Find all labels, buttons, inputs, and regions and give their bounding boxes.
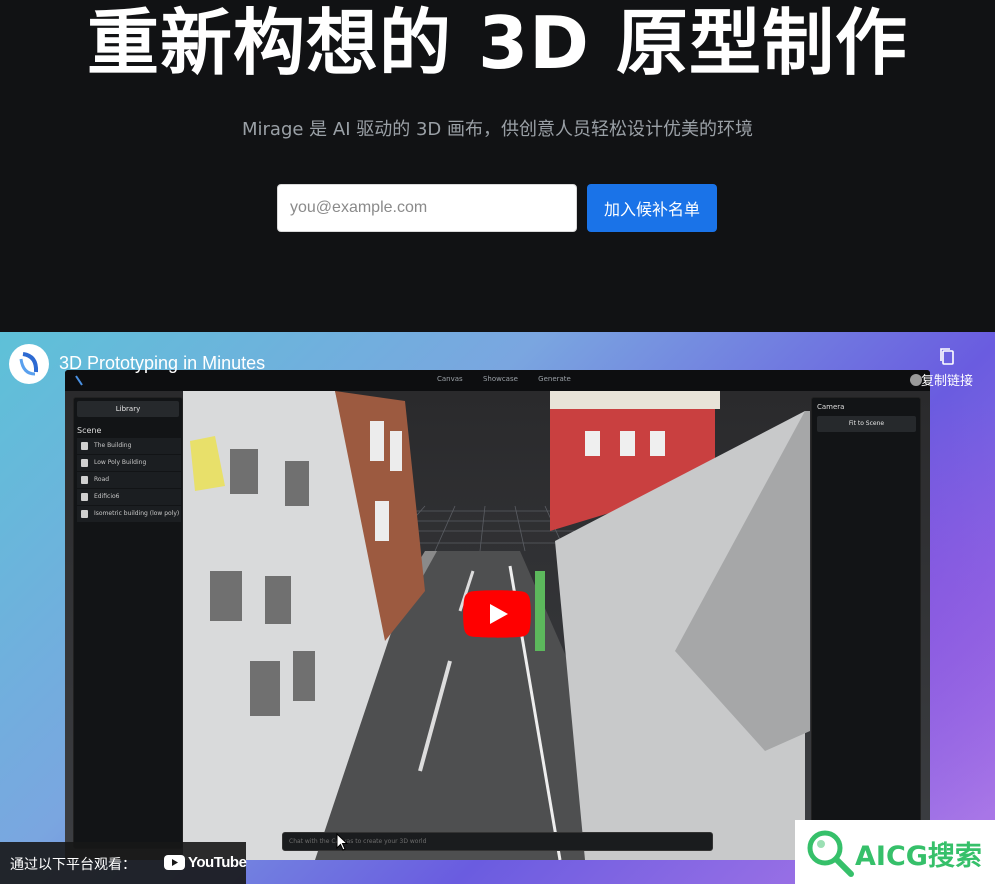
building-icon bbox=[81, 493, 88, 501]
join-waitlist-button[interactable]: 加入候补名单 bbox=[587, 184, 717, 232]
watermark-text: AICG搜索 bbox=[855, 841, 982, 872]
nav-canvas: Canvas bbox=[437, 375, 463, 383]
scene-item-label: Isometric building (low poly) bbox=[94, 510, 180, 517]
channel-avatar[interactable] bbox=[9, 344, 49, 384]
library-panel: Library Scene The Building Low Poly Buil… bbox=[73, 397, 183, 849]
scene-item: Edificio6 bbox=[77, 489, 181, 505]
app-nav: Canvas Showcase Generate bbox=[437, 375, 589, 383]
video-title[interactable]: 3D Prototyping in Minutes bbox=[59, 353, 265, 374]
watermark: AICG搜索 bbox=[795, 820, 995, 884]
fit-to-scene-button: Fit to Scene bbox=[817, 416, 916, 432]
play-button[interactable] bbox=[463, 590, 531, 638]
scene-heading: Scene bbox=[77, 426, 102, 435]
mirage-logo-icon bbox=[75, 375, 83, 386]
scene-item-label: Road bbox=[94, 476, 110, 483]
scene-list: The Building Low Poly Building Road Edif… bbox=[77, 438, 181, 523]
mirage-logo-icon bbox=[10, 345, 48, 383]
video-embed[interactable]: Canvas Showcase Generate Library Scene T… bbox=[0, 332, 995, 884]
scene-item-label: Edificio6 bbox=[94, 493, 120, 500]
email-field[interactable] bbox=[277, 184, 577, 232]
scene-item-label: The Building bbox=[94, 442, 132, 449]
nav-generate: Generate bbox=[538, 375, 571, 383]
building-icon bbox=[81, 510, 88, 518]
scene-item: Road bbox=[77, 472, 181, 488]
waitlist-form: 加入候补名单 bbox=[277, 184, 717, 232]
watch-on-label: 通过以下平台观看： bbox=[10, 857, 136, 873]
road-icon bbox=[81, 476, 88, 484]
scene-item: The Building bbox=[77, 438, 181, 454]
youtube-wordmark: YouTube bbox=[188, 854, 247, 871]
building-icon bbox=[81, 442, 88, 450]
watch-on-youtube[interactable]: 通过以下平台观看： YouTube bbox=[0, 842, 247, 884]
camera-panel: Camera Fit to Scene bbox=[811, 397, 921, 849]
mouse-cursor-icon bbox=[336, 833, 348, 851]
page-subtitle: Mirage 是 AI 驱动的 3D 画布，供创意人员轻松设计优美的环境 bbox=[241, 119, 753, 140]
youtube-icon bbox=[164, 855, 185, 870]
nav-showcase: Showcase bbox=[482, 375, 518, 383]
scene-item-label: Low Poly Building bbox=[94, 459, 147, 466]
copy-link-button[interactable]: 复制链接 bbox=[915, 346, 979, 392]
library-button: Library bbox=[77, 401, 179, 417]
camera-heading: Camera bbox=[817, 403, 845, 411]
search-magnifier-icon bbox=[807, 830, 854, 877]
building-icon bbox=[81, 459, 88, 467]
hero-section: 重新构想的 3D 原型制作 Mirage 是 AI 驱动的 3D 画布，供创意人… bbox=[0, 0, 995, 332]
copy-link-label: 复制链接 bbox=[920, 374, 973, 389]
copy-icon bbox=[940, 348, 954, 365]
scene-item: Low Poly Building bbox=[77, 455, 181, 471]
page-title: 重新构想的 3D 原型制作 bbox=[87, 1, 908, 85]
scene-item: Isometric building (low poly) bbox=[77, 506, 181, 522]
